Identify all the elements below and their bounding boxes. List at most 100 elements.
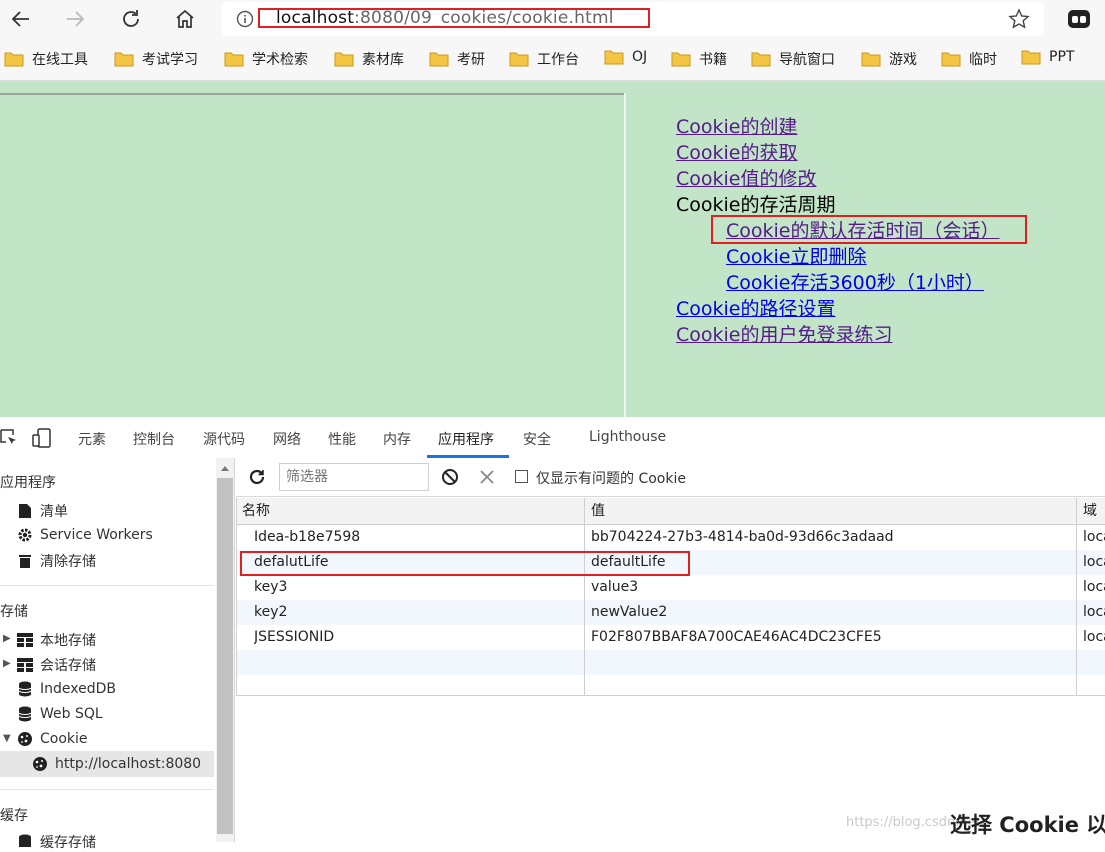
star-icon[interactable] xyxy=(1008,8,1030,30)
bookmark-item[interactable]: 学术检索 xyxy=(224,49,308,69)
bookmark-item[interactable]: 素材库 xyxy=(334,49,404,69)
expand-arrow-icon[interactable]: ▶ xyxy=(3,633,11,644)
sidebar-item-cache-storage[interactable]: 缓存存储 xyxy=(16,832,96,852)
sidebar-item-label: http://localhost:8080 xyxy=(55,756,202,772)
column-divider[interactable] xyxy=(1076,498,1077,695)
bookmark-item[interactable]: 考研 xyxy=(429,49,485,69)
tab-network[interactable]: 网络 xyxy=(273,429,301,449)
link-cookie-path[interactable]: Cookie的路径设置 xyxy=(676,296,1000,322)
inspect-icon[interactable] xyxy=(0,429,18,447)
select-cookie-preview-text: 选择 Cookie 以预 xyxy=(950,813,1105,837)
tab-application[interactable]: 应用程序 xyxy=(438,429,494,449)
sidebar-scrollbar-thumb[interactable] xyxy=(217,478,233,834)
sidebar-header-application: 应用程序 xyxy=(0,475,56,491)
folder-icon xyxy=(429,52,449,67)
cookie-name-cell: key3 xyxy=(254,579,288,595)
bookmark-label: 在线工具 xyxy=(32,52,88,68)
bookmark-item[interactable]: 书籍 xyxy=(671,49,727,69)
cookie-domain-cell: loca xyxy=(1083,604,1105,620)
link-cookie-modify[interactable]: Cookie值的修改 xyxy=(676,166,1000,192)
cookie-domain-cell: loca xyxy=(1083,554,1105,570)
bookmark-item[interactable]: 导航窗口 xyxy=(751,49,835,69)
tab-sources[interactable]: 源代码 xyxy=(203,429,245,449)
bookmark-label: 素材库 xyxy=(362,52,404,68)
bookmark-item[interactable]: OJ xyxy=(604,49,647,65)
link-cookie-login[interactable]: Cookie的用户免登录练习 xyxy=(676,322,1000,348)
cookie-name-cell: Idea-b18e7598 xyxy=(254,529,361,545)
bookmark-item[interactable]: 工作台 xyxy=(509,49,579,69)
table-left-border xyxy=(236,498,237,695)
table-row[interactable]: JSESSIONID F02F807BBAF8A700CAE46AC4DC23C… xyxy=(236,625,1105,650)
tab-performance[interactable]: 性能 xyxy=(328,429,356,449)
folder-icon xyxy=(224,52,244,67)
sidebar-item-indexeddb[interactable]: IndexedDB xyxy=(16,680,116,698)
sidebar-item-session-storage[interactable]: 会话存储 xyxy=(16,655,96,675)
tab-security[interactable]: 安全 xyxy=(523,429,551,449)
column-header-value[interactable]: 值 xyxy=(591,498,605,524)
folder-icon xyxy=(1021,50,1041,65)
back-button[interactable] xyxy=(6,4,36,34)
cookie-value-cell: F02F807BBAF8A700CAE46AC4DC23CFE5 xyxy=(591,629,882,645)
link-cookie-life-3600[interactable]: Cookie存活3600秒（1小时） xyxy=(676,270,1000,296)
sidebar-item-clear-storage[interactable]: 清除存储 xyxy=(16,551,96,571)
cookie-name-cell: key2 xyxy=(254,604,288,620)
sidebar-item-cookie-origin[interactable]: http://localhost:8080 xyxy=(31,755,201,773)
folder-icon xyxy=(509,52,529,67)
sidebar-item-websql[interactable]: Web SQL xyxy=(16,705,103,723)
tab-console[interactable]: 控制台 xyxy=(133,429,175,449)
block-icon[interactable] xyxy=(441,468,459,486)
bookmark-label: 游戏 xyxy=(889,52,917,68)
only-issues-checkbox[interactable] xyxy=(515,470,528,483)
folder-icon xyxy=(604,50,624,65)
bookmark-item[interactable]: 临时 xyxy=(941,49,997,69)
sidebar-item-service-workers[interactable]: Service Workers xyxy=(16,526,153,544)
collapse-arrow-icon[interactable]: ▼ xyxy=(3,733,11,744)
sidebar-divider xyxy=(0,585,214,586)
devtools-tab-bar: 元素 控制台 源代码 网络 性能 内存 应用程序 安全 Lighthouse xyxy=(0,417,1105,459)
reload-button[interactable] xyxy=(116,4,146,34)
cookie-domain-cell: loca xyxy=(1083,579,1105,595)
forward-button[interactable] xyxy=(60,4,90,34)
bookmark-item[interactable]: PPT xyxy=(1021,49,1074,65)
bookmark-item[interactable]: 在线工具 xyxy=(4,49,88,69)
tab-elements[interactable]: 元素 xyxy=(78,429,106,449)
extension-icon[interactable] xyxy=(1066,6,1092,32)
sidebar-item-cookie[interactable]: Cookie xyxy=(16,730,88,748)
column-header-domain[interactable]: 域 xyxy=(1083,498,1097,524)
close-icon[interactable] xyxy=(479,469,495,485)
link-cookie-delete-now[interactable]: Cookie立即删除 xyxy=(676,244,1000,270)
scroll-up-icon[interactable] xyxy=(220,464,230,472)
cookie-icon xyxy=(31,755,49,773)
bookmark-label: PPT xyxy=(1049,49,1075,65)
bookmark-item[interactable]: 考试学习 xyxy=(114,49,198,69)
table-row[interactable]: Idea-b18e7598 bb704224-27b3-4814-ba0d-93… xyxy=(236,525,1105,550)
bookmark-label: 考研 xyxy=(457,52,485,68)
reload-icon xyxy=(123,10,139,27)
device-toggle-icon[interactable] xyxy=(32,428,52,448)
table-row[interactable]: key3 value3 loca xyxy=(236,575,1105,600)
link-cookie-get[interactable]: Cookie的获取 xyxy=(676,140,1000,166)
sidebar-item-label: Web SQL xyxy=(40,706,103,722)
tab-memory[interactable]: 内存 xyxy=(383,429,411,449)
sidebar-item-manifest[interactable]: 清单 xyxy=(16,501,68,521)
database-icon xyxy=(16,680,34,698)
address-bar[interactable]: localhost:8080/09_cookies/cookie.html xyxy=(222,2,1044,36)
folder-icon xyxy=(861,52,881,67)
home-button[interactable] xyxy=(170,4,200,34)
sidebar-item-label: 缓存存储 xyxy=(40,835,96,851)
link-cookie-create[interactable]: Cookie的创建 xyxy=(676,114,1000,140)
cookie-name-cell: JSESSIONID xyxy=(254,629,335,645)
expand-arrow-icon[interactable]: ▶ xyxy=(3,658,11,669)
column-header-name[interactable]: 名称 xyxy=(242,498,270,524)
bookmark-item[interactable]: 游戏 xyxy=(861,49,917,69)
sidebar-item-local-storage[interactable]: 本地存储 xyxy=(16,630,96,650)
table-row[interactable]: key2 newValue2 loca xyxy=(236,600,1105,625)
column-divider[interactable] xyxy=(584,498,585,695)
filter-field[interactable] xyxy=(279,463,429,491)
refresh-icon[interactable] xyxy=(248,468,266,486)
info-icon[interactable] xyxy=(236,10,254,28)
filter-input[interactable] xyxy=(280,464,428,490)
cookie-toolbar: 仅显示有问题的 Cookie xyxy=(236,458,1105,497)
bookmark-label: 工作台 xyxy=(537,52,579,68)
tab-lighthouse[interactable]: Lighthouse xyxy=(589,429,666,445)
